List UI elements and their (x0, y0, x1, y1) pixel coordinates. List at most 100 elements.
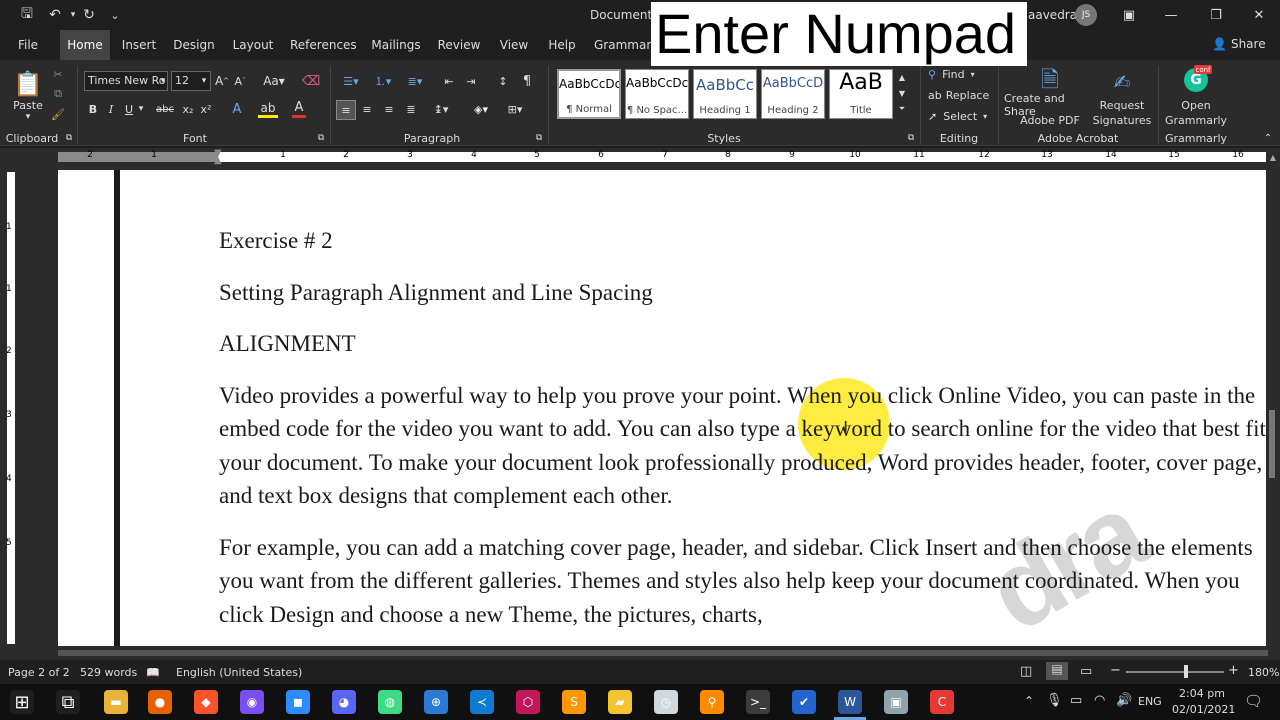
zoom-slider-thumb[interactable] (1184, 665, 1188, 678)
clock-app-icon[interactable]: ◷ (654, 690, 678, 714)
share-button[interactable]: 👤 Share (1212, 37, 1266, 51)
subscript-button[interactable]: x₂ (180, 100, 196, 118)
zoom-out-button[interactable]: − (1110, 663, 1121, 678)
style-heading-1[interactable]: AaBbCc Heading 1 (693, 69, 757, 119)
signature-icon[interactable]: ✍ (1110, 68, 1134, 96)
notifications-icon[interactable]: 🗨 (1244, 692, 1263, 710)
text-effects-icon[interactable]: A (228, 100, 246, 118)
indent-marker-icon[interactable]: ▼ ▲ (214, 149, 224, 166)
tab-grammarly[interactable]: Grammarly (594, 30, 662, 60)
vscode-icon[interactable]: ≺ (470, 690, 494, 714)
ribbon-display-icon[interactable]: ▣ (1106, 3, 1152, 27)
tab-view[interactable]: View (496, 30, 532, 60)
paste-icon[interactable]: 📋 (12, 66, 44, 102)
discord-icon[interactable]: ◕ (332, 690, 356, 714)
line-spacing-icon[interactable]: ↨▾ (428, 100, 454, 118)
clock-time[interactable]: 2:04 pm (1178, 687, 1226, 700)
minimize-button[interactable]: — (1148, 3, 1194, 27)
sublime-icon[interactable]: S (562, 690, 586, 714)
font-name-combo[interactable]: Times New Ro (84, 71, 168, 91)
find-button[interactable]: ⚲ Find ▾ (928, 66, 992, 82)
style-heading-2[interactable]: AaBbCcD Heading 2 (761, 69, 825, 119)
battery-icon[interactable]: ▭ (1070, 693, 1082, 708)
grow-font-icon[interactable]: A ^ (214, 72, 230, 90)
page-count[interactable]: Page 2 of 2 (8, 666, 70, 679)
italic-button[interactable]: I (104, 100, 118, 118)
close-button[interactable]: ✕ (1236, 3, 1280, 27)
vertical-scrollbar[interactable] (1266, 168, 1280, 646)
clear-formatting-icon[interactable]: ⌫ (302, 72, 320, 90)
styles-more-icon[interactable]: ⏷ (896, 102, 908, 116)
style-normal[interactable]: AaBbCcDc ¶ Normal (557, 69, 621, 119)
volume-icon[interactable]: 🔊 (1116, 693, 1132, 708)
messenger-icon[interactable]: ◉ (240, 690, 264, 714)
shading-icon[interactable]: ◈▾ (468, 100, 494, 118)
brave-icon[interactable]: ◆ (194, 690, 218, 714)
web-layout-icon[interactable]: ▭ (1080, 664, 1092, 679)
print-layout-icon[interactable]: ▤ (1046, 662, 1068, 680)
document-body[interactable]: Exercise # 2 Setting Paragraph Alignment… (219, 224, 1266, 631)
heading-setting[interactable]: Setting Paragraph Alignment and Line Spa… (219, 276, 1266, 310)
align-right-button[interactable]: ≡ (380, 100, 398, 118)
microphone-icon[interactable]: 🎙 (1046, 693, 1063, 708)
increase-indent-icon[interactable]: ⇥ (462, 72, 480, 90)
paragraph-launcher-icon[interactable]: ⧉ (534, 132, 544, 144)
android-icon[interactable]: ◍ (378, 690, 402, 714)
todo-icon[interactable]: ✔ (792, 690, 816, 714)
firefox-icon[interactable]: ● (148, 690, 172, 714)
zoom-level[interactable]: 180% (1248, 666, 1279, 679)
strikethrough-button[interactable]: abc (154, 100, 176, 118)
avatar[interactable]: JS (1075, 4, 1097, 26)
styles-scroll-down-icon[interactable]: ▼ (896, 86, 908, 100)
paragraph-2[interactable]: For example, you can add a matching cove… (219, 531, 1266, 632)
styles-launcher-icon[interactable]: ⧉ (906, 132, 916, 144)
zoom-icon[interactable]: ◼ (286, 690, 310, 714)
language[interactable]: English (United States) (176, 666, 302, 679)
replace-button[interactable]: ab Replace (928, 87, 992, 103)
collapse-ribbon-icon[interactable]: ⌃ (1262, 132, 1274, 144)
tab-file[interactable]: File (10, 30, 46, 60)
create-share-label[interactable]: Create and Share (1004, 92, 1096, 118)
sort-icon[interactable]: ↕ (494, 72, 512, 90)
style-no-spacing[interactable]: AaBbCcDc ¶ No Spac... (625, 69, 689, 119)
signatures-label[interactable]: Signatures (1093, 113, 1152, 127)
search-app-icon[interactable]: ⚲ (700, 690, 724, 714)
clock-date[interactable]: 02/01/2021 (1172, 703, 1235, 716)
superscript-button[interactable]: x² (198, 100, 214, 118)
cut-icon[interactable]: ✂ (50, 66, 66, 82)
input-language[interactable]: ENG (1138, 695, 1162, 708)
terminal-icon[interactable]: >_ (746, 690, 770, 714)
heading-alignment[interactable]: ALIGNMENT (219, 327, 1266, 361)
tab-insert[interactable]: Insert (118, 30, 160, 60)
network-app-icon[interactable]: ⊕ (424, 690, 448, 714)
style-title[interactable]: AaB Title (829, 69, 893, 119)
clipboard-launcher-icon[interactable]: ⧉ (64, 132, 74, 144)
file-explorer-icon[interactable]: ▬ (104, 690, 128, 714)
tab-layout[interactable]: Layout (230, 30, 276, 60)
tab-mailings[interactable]: Mailings (368, 30, 424, 60)
zoom-in-button[interactable]: + (1228, 663, 1239, 678)
chevron-up-icon[interactable]: ⌃ (1024, 694, 1034, 708)
word-icon[interactable]: W (838, 690, 862, 714)
focus-icon[interactable]: ◫ (1020, 664, 1032, 679)
restore-button[interactable]: ❐ (1193, 3, 1239, 27)
numbering-icon[interactable]: ⒈▾ (370, 72, 396, 90)
styles-scroll-up-icon[interactable]: ▲ (896, 70, 908, 84)
wifi-icon[interactable]: ◠ (1094, 693, 1105, 708)
underline-dropdown-icon[interactable]: ▾ (136, 100, 146, 118)
tab-design[interactable]: Design (172, 30, 216, 60)
heading-exercise[interactable]: Exercise # 2 (219, 224, 1266, 258)
open-grammarly-label[interactable]: Grammarly (1165, 113, 1227, 127)
copy-icon[interactable]: ⧉ (50, 86, 66, 102)
font-name-dropdown-icon[interactable]: ▾ (158, 72, 168, 90)
camtasia-icon[interactable]: C (930, 690, 954, 714)
word-count[interactable]: 529 words (80, 666, 137, 679)
redo-icon[interactable]: ↻ (78, 6, 100, 24)
app-hex-icon[interactable]: ⬡ (516, 690, 540, 714)
format-painter-icon[interactable]: 🖌 (50, 106, 66, 122)
tab-home[interactable]: Home (60, 30, 110, 60)
sticky-notes-icon[interactable]: ▰ (608, 690, 632, 714)
align-left-button[interactable]: ≡ (336, 100, 356, 120)
adobe-pdf-label[interactable]: Adobe PDF (1004, 113, 1096, 127)
change-case-icon[interactable]: Aa▾ (262, 72, 286, 90)
